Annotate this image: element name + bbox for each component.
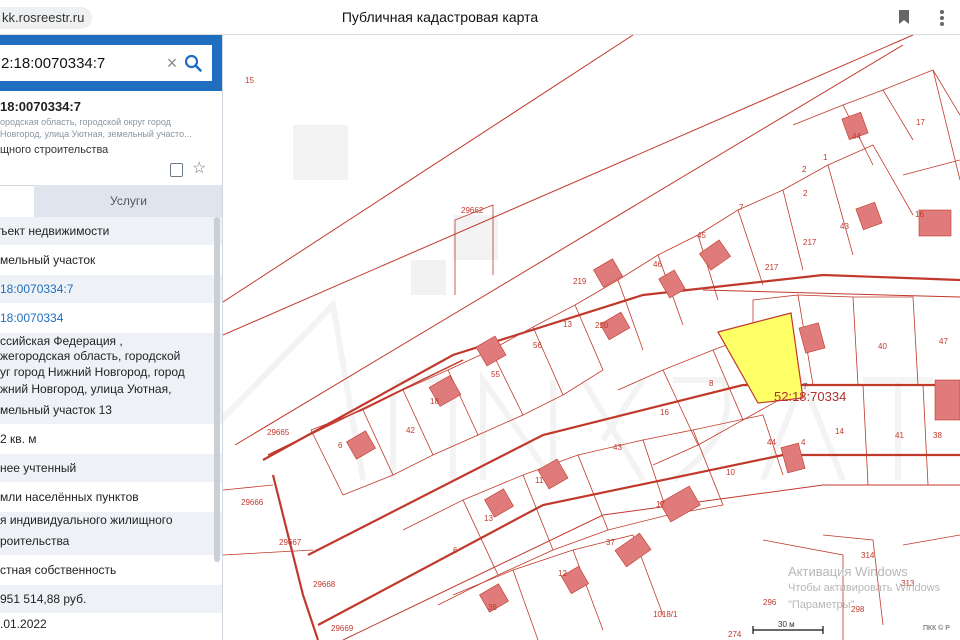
tab-object[interactable] [0, 185, 34, 217]
attribute-row: стная собственность [0, 562, 117, 577]
attribute-row: жний Новгород, улица Уютная, [0, 381, 222, 396]
activation-line-3: "Параметры". [788, 599, 858, 611]
svg-text:4: 4 [801, 438, 806, 447]
svg-text:6: 6 [338, 441, 343, 450]
search-panel: × [0, 35, 222, 91]
parcel-label: 15 [245, 76, 254, 85]
svg-text:296: 296 [763, 598, 777, 607]
attribute-row: 2 кв. м [0, 431, 37, 446]
svg-text:12: 12 [558, 569, 567, 578]
attribute-row: ъект недвижимости [0, 217, 222, 245]
menu-icon[interactable] [940, 10, 944, 26]
attribute-row: .01.2022 [0, 616, 47, 631]
star-icon[interactable]: ☆ [192, 160, 206, 178]
attribute-row: мли населённых пунктов [0, 489, 139, 504]
attribute-row: мельный участок [0, 252, 96, 267]
svg-text:56: 56 [533, 341, 542, 350]
svg-text:36: 36 [488, 603, 497, 612]
svg-text:14: 14 [835, 427, 844, 436]
svg-text:29665: 29665 [267, 428, 290, 437]
svg-text:40: 40 [878, 342, 887, 351]
attribute-row: нее учтенный [0, 454, 222, 482]
svg-text:2: 2 [802, 165, 807, 174]
search-box: × [0, 45, 212, 81]
search-input[interactable] [0, 45, 160, 81]
clear-icon[interactable]: × [165, 53, 179, 73]
svg-text:41: 41 [895, 431, 904, 440]
svg-text:16: 16 [660, 408, 669, 417]
svg-text:2: 2 [803, 189, 808, 198]
svg-text:42: 42 [406, 426, 415, 435]
copyright: ПКК © Р [923, 625, 950, 632]
svg-text:220: 220 [595, 321, 609, 330]
object-title: 18:0070334:7 [0, 99, 81, 114]
cadastral-map[interactable]: 15 29662 29665 29666 29667 29668 29669 5… [223, 35, 960, 640]
address-line-2: Новгород, улица Уютная, земельный участо… [0, 129, 192, 139]
svg-text:11: 11 [535, 476, 544, 485]
attribute-row: жегородская область, городской [0, 348, 222, 363]
svg-text:16: 16 [915, 210, 924, 219]
svg-text:43: 43 [840, 222, 849, 231]
attribute-row[interactable]: 18:0070334 [0, 303, 222, 333]
search-icon[interactable] [184, 54, 202, 72]
attribute-row: я индивидуального жилищного [0, 512, 222, 527]
activation-line-2: Чтобы активировать Windows [788, 582, 941, 594]
svg-text:29669: 29669 [331, 624, 354, 633]
svg-text:47: 47 [939, 337, 948, 346]
document-search-icon[interactable] [170, 163, 183, 177]
info-sidebar: × 18:0070334:7 ородская область, городск… [0, 35, 223, 640]
selected-parcel-label: 52:18:70334 [774, 389, 847, 404]
object-purpose: щного строительства [0, 144, 109, 156]
svg-text:13: 13 [484, 514, 493, 523]
attribute-row: мельный участок 13 [0, 396, 222, 424]
scale-label: 30 м [778, 620, 795, 629]
card-actions: ☆ [170, 160, 210, 178]
svg-text:8: 8 [709, 379, 714, 388]
svg-text:29666: 29666 [241, 498, 264, 507]
tabs: Услуги [0, 185, 222, 217]
svg-text:314: 314 [861, 551, 875, 560]
svg-text:13: 13 [563, 320, 572, 329]
svg-text:38: 38 [933, 431, 942, 440]
browser-toolbar: kk.rosreestr.ru Публичная кадастровая ка… [0, 0, 960, 35]
svg-text:44: 44 [767, 438, 776, 447]
svg-text:219: 219 [573, 277, 587, 286]
attribute-row[interactable]: 18:0070334:7 [0, 275, 222, 303]
svg-text:29668: 29668 [313, 580, 336, 589]
svg-text:274: 274 [728, 630, 742, 639]
svg-text:217: 217 [803, 238, 817, 247]
svg-text:46: 46 [653, 260, 662, 269]
address-line-1: ородская область, городской округ город [0, 117, 171, 127]
attribute-row: роительства [0, 527, 222, 555]
activation-line-1: Активация Windows [788, 564, 908, 579]
bookmark-icon[interactable] [899, 10, 909, 24]
svg-text:44: 44 [852, 132, 861, 141]
attribute-row: ссийская Федерация , [0, 333, 222, 348]
svg-text:17: 17 [656, 500, 665, 509]
attribute-row: уг город Нижний Новгород, город [0, 363, 222, 381]
svg-text:10: 10 [726, 468, 735, 477]
svg-text:18: 18 [430, 397, 439, 406]
svg-text:43: 43 [613, 443, 622, 452]
svg-text:29667: 29667 [279, 538, 302, 547]
page-title: Публичная кадастровая карта [341, 9, 539, 25]
svg-text:6: 6 [453, 546, 458, 555]
svg-text:217: 217 [765, 263, 779, 272]
svg-text:1018/1: 1018/1 [653, 610, 678, 619]
sidebar-scrollbar[interactable] [214, 217, 220, 562]
windows-activation-notice: Активация Windows Чтобы активировать Win… [788, 563, 940, 614]
object-address: ородская область, городской округ город … [0, 116, 215, 140]
svg-text:37: 37 [606, 538, 615, 547]
svg-text:45: 45 [697, 231, 706, 240]
attribute-row: 951 514,88 руб. [0, 585, 222, 613]
map-canvas[interactable]: 15 29662 29665 29666 29667 29668 29669 5… [223, 35, 960, 640]
svg-text:29662: 29662 [461, 206, 484, 215]
svg-text:55: 55 [491, 370, 500, 379]
svg-text:17: 17 [916, 118, 925, 127]
svg-text:7: 7 [739, 203, 744, 212]
tab-services[interactable]: Услуги [34, 185, 222, 217]
svg-text:1: 1 [823, 153, 828, 162]
